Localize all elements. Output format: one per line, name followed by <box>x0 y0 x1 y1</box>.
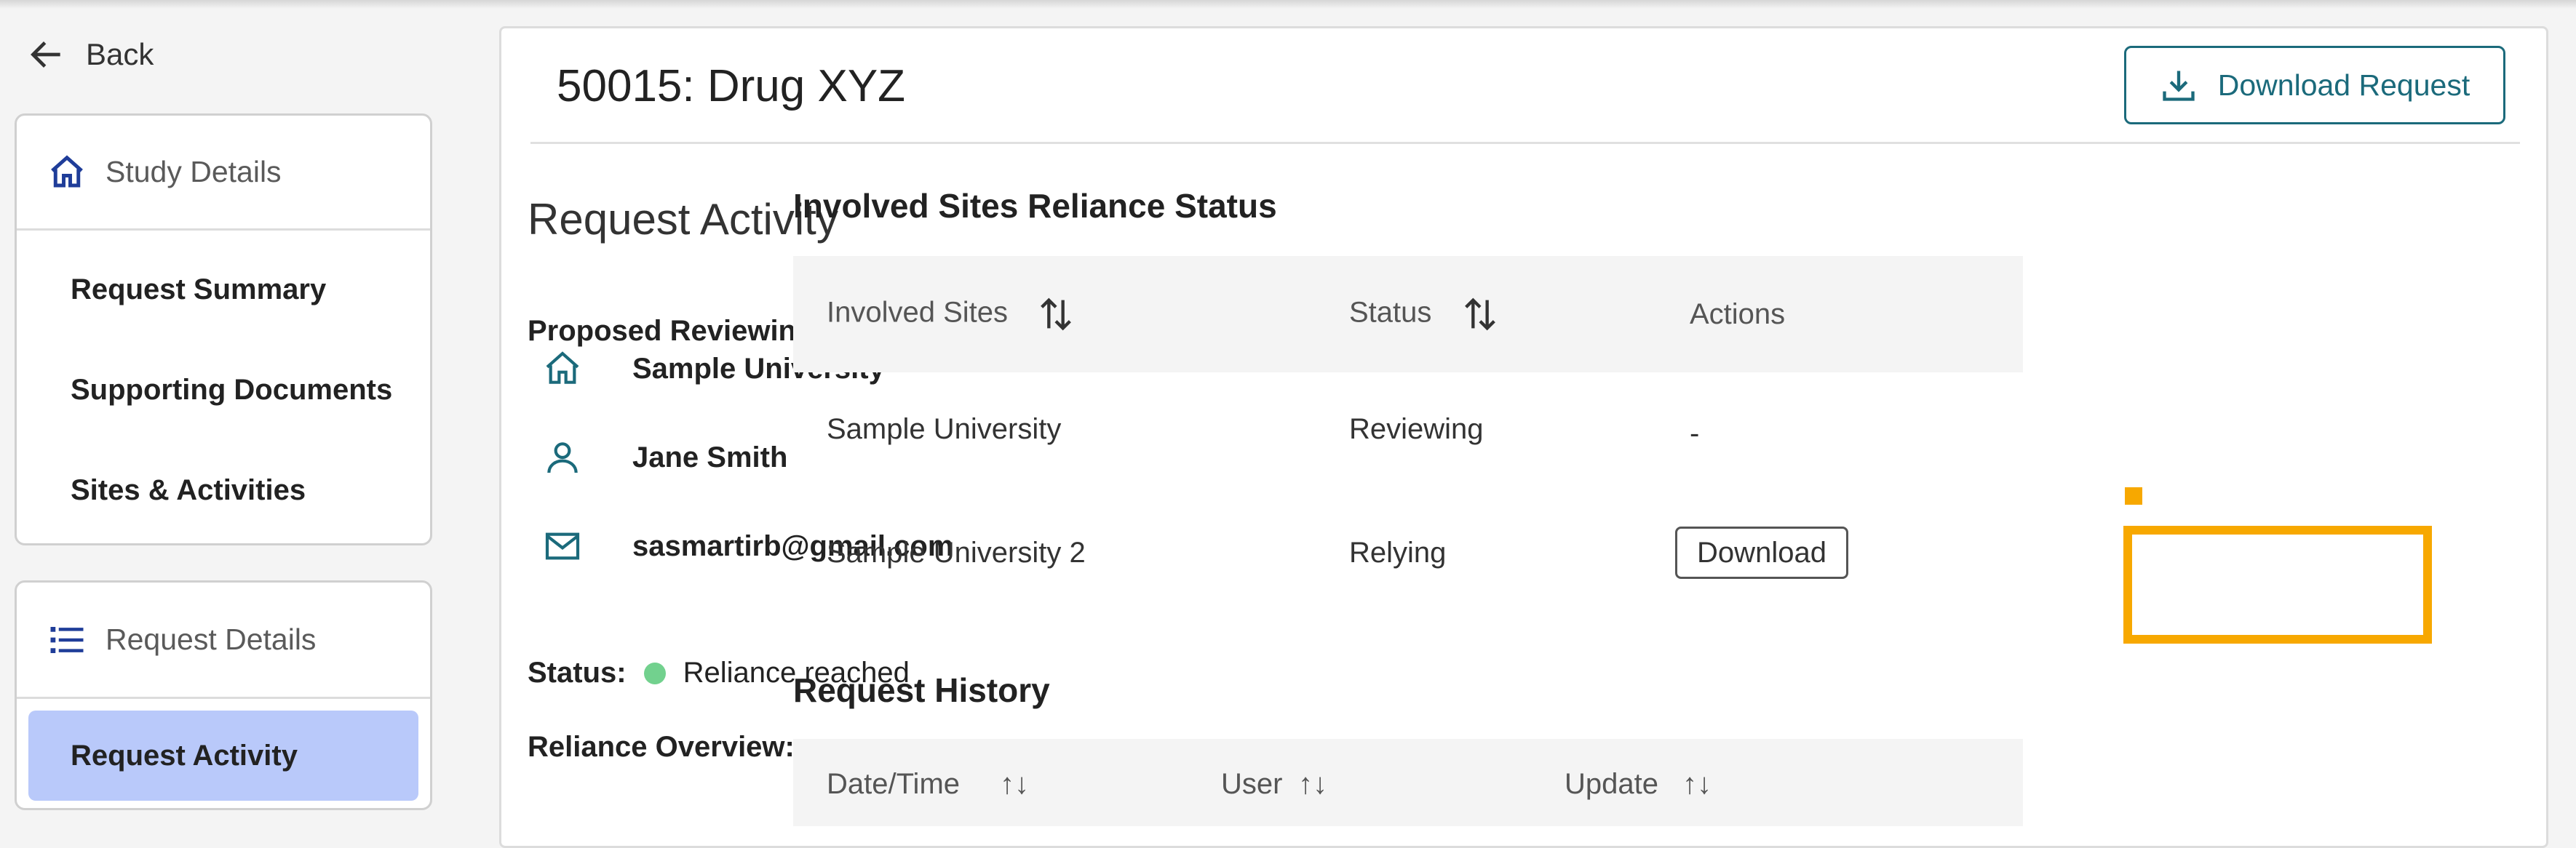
list-icon <box>50 626 84 653</box>
status-label: Status: <box>528 657 627 689</box>
nav-item-request-activity[interactable]: Request Activity <box>28 711 418 801</box>
mail-icon <box>545 532 580 560</box>
back-link[interactable]: Back <box>26 29 154 80</box>
column-header-involved-sites[interactable]: Involved Sites <box>827 293 1077 335</box>
top-bar-shadow <box>0 0 2576 9</box>
site-name: Sample University 2 <box>827 537 1086 569</box>
person-icon <box>547 442 578 473</box>
column-header-status[interactable]: Status <box>1349 293 1501 335</box>
request-history-title: Request History <box>793 671 1050 709</box>
study-details-label: Study Details <box>106 155 282 188</box>
column-header-datetime[interactable]: Date/Time <box>827 768 960 801</box>
history-table-header: Date/Time ↑↓ User ↑↓ Update ↑↓ <box>793 739 2023 826</box>
institution-icon <box>546 351 579 384</box>
sort-icon[interactable]: ↑↓ <box>1000 768 1029 801</box>
sort-icon[interactable] <box>1035 293 1077 335</box>
sort-icon[interactable] <box>1459 293 1501 335</box>
column-header-actions: Actions <box>1690 297 1786 330</box>
contact-name: Jane Smith <box>632 441 788 473</box>
reliance-overview-label: Reliance Overview: <box>528 731 795 763</box>
arrow-left-icon <box>31 41 60 68</box>
highlight-box <box>2123 526 2432 644</box>
column-header-update[interactable]: Update <box>1565 768 1658 801</box>
nav-item-supporting-documents[interactable]: Supporting Documents <box>17 340 430 440</box>
header-divider <box>530 142 2520 144</box>
download-request-button[interactable]: Download Request <box>2124 46 2505 124</box>
download-request-label: Download Request <box>2217 68 2470 102</box>
involved-sites-table: Involved Sites Status Actions Sample Uni… <box>793 256 2142 620</box>
back-label: Back <box>86 37 154 71</box>
nav-item-sites-activities[interactable]: Sites & Activities <box>17 440 430 540</box>
table-row: Sample University Reviewing - <box>793 372 2023 496</box>
site-action: - <box>1690 417 1700 449</box>
site-name: Sample University <box>827 413 1062 445</box>
request-details-card: Request Details Request Activity <box>15 580 432 810</box>
request-details-header[interactable]: Request Details <box>17 583 430 699</box>
download-icon <box>2163 71 2195 101</box>
table-header: Involved Sites Status Actions <box>793 256 2023 372</box>
section-title: Request Activity <box>528 195 838 244</box>
involved-sites-title: Involved Sites Reliance Status <box>793 187 1277 225</box>
table-row: Sample University 2 Relying Download <box>793 487 2142 620</box>
study-details-header[interactable]: Study Details <box>17 116 430 231</box>
sort-icon[interactable]: ↑↓ <box>1298 768 1327 801</box>
site-status: Reviewing <box>1349 413 1484 445</box>
download-button[interactable]: Download <box>1675 527 1848 579</box>
home-icon <box>51 154 83 187</box>
study-details-card: Study Details Request Summary Supporting… <box>15 113 432 545</box>
nav-item-request-summary[interactable]: Request Summary <box>17 239 430 340</box>
page-title: 50015: Drug XYZ <box>557 61 906 111</box>
request-details-label: Request Details <box>106 623 317 656</box>
status-dot <box>643 662 666 684</box>
sort-icon[interactable]: ↑↓ <box>1682 768 1712 801</box>
site-status: Relying <box>1349 537 1447 569</box>
contact-name-row: Jane Smith <box>528 437 787 478</box>
column-header-user[interactable]: User <box>1221 768 1282 801</box>
